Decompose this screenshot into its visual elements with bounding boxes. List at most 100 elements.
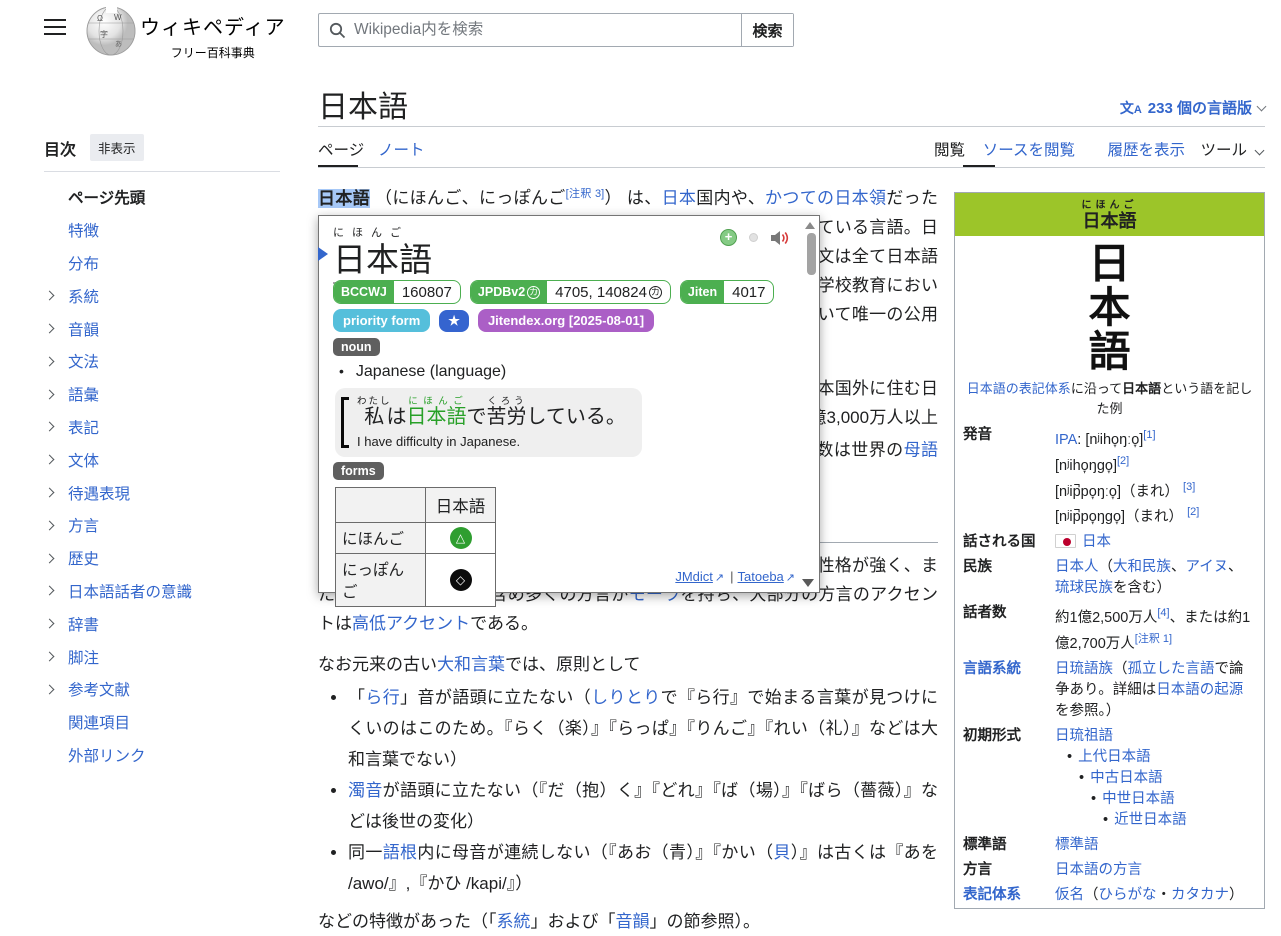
language-icon: 文A <box>1120 98 1142 118</box>
chevron-right-icon[interactable] <box>45 488 55 498</box>
chevron-right-icon[interactable] <box>45 324 55 334</box>
toc-list: ページ先頭 特徴 分布 系統 音韻 文法 語彙 表記 文体 待遇表現 方言 歴史… <box>44 181 280 771</box>
add-note-icon[interactable]: + <box>720 229 737 246</box>
hamburger-menu-icon[interactable] <box>44 19 66 37</box>
chevron-right-icon[interactable] <box>45 520 55 530</box>
chevron-down-icon <box>1257 101 1267 111</box>
chevron-right-icon[interactable] <box>45 553 55 563</box>
country-link[interactable]: 日本 <box>1082 534 1111 550</box>
freq-tag-jiten: Jiten 4017 <box>680 280 775 304</box>
infobox-title-reading: にほんご <box>955 196 1264 211</box>
chevron-right-icon[interactable] <box>45 422 55 432</box>
toc-item-grammar[interactable]: 文法 <box>44 345 280 378</box>
wordmark-title: ウィキペディア <box>140 11 286 40</box>
star-button[interactable]: ★ <box>439 310 469 332</box>
tatoeba-link[interactable]: Tatoeba <box>738 569 784 584</box>
toc-hide-button[interactable]: 非表示 <box>90 134 144 161</box>
table-row: にっぽんご ◇ <box>336 554 496 607</box>
tab-history[interactable]: 履歴を表示 <box>1107 138 1185 160</box>
freq-tag-jpdb: JPDBv2カ 4705, 140824カ <box>470 280 671 304</box>
tools-chevron-down-icon[interactable] <box>1255 146 1265 156</box>
priority-form-tag: priority form <box>333 309 430 332</box>
scroll-down-arrow-icon[interactable] <box>802 579 814 587</box>
tab-read[interactable]: 閲覧 <box>934 138 965 160</box>
chevron-right-icon[interactable] <box>45 291 55 301</box>
example-sentence-block: 私わたしは日本語にほんごで苦労くろうしている。 I have difficult… <box>335 388 642 457</box>
external-link-icon: ↗ <box>786 572 795 584</box>
paragraph: なお元来の古い大和言葉では、原則として <box>318 650 938 679</box>
tab-tools[interactable]: ツール <box>1200 138 1247 160</box>
dialects-link[interactable]: 日本語の方言 <box>1055 862 1142 878</box>
chevron-right-icon[interactable] <box>45 586 55 596</box>
search-button[interactable]: 検索 <box>741 14 793 46</box>
tab-page[interactable]: ページ <box>318 138 364 160</box>
speaker-icon[interactable] <box>770 230 789 246</box>
language-infobox: にほんご 日本語 日 本 語 日本語の表記体系に沿って日本語という語を記した例 … <box>954 192 1265 909</box>
chevron-right-icon[interactable] <box>45 684 55 694</box>
toc-divider <box>44 171 280 172</box>
wikipedia-globe-logo[interactable]: Ω W 字 あ <box>84 3 138 62</box>
scroll-up-arrow-icon[interactable] <box>805 222 815 229</box>
infobox-row-language-family: 言語系統 日琉語族（孤立した言語で論争あり。詳細は日本語の起源を参照。） <box>955 657 1264 724</box>
language-selector-button[interactable]: 文A 233 個の言語版 <box>1120 97 1265 118</box>
infobox-row-dialects: 方言 日本語の方言 <box>955 858 1264 883</box>
tab-view-source[interactable]: ソースを閲覧 <box>983 138 1075 160</box>
table-row: にほんご △ <box>336 523 496 554</box>
toc-item-footnotes[interactable]: 脚注 <box>44 640 280 673</box>
toc-item-style[interactable]: 文体 <box>44 443 280 476</box>
toc-item-classification[interactable]: 系統 <box>44 279 280 312</box>
svg-text:W: W <box>114 13 122 22</box>
toc-item-dialects[interactable]: 方言 <box>44 509 280 542</box>
headword: 日本語 <box>333 240 432 284</box>
toc-item-speaker-awareness[interactable]: 日本語話者の意識 <box>44 575 280 608</box>
example-translation: I have difficulty in Japanese. <box>357 434 626 449</box>
toc-item-distribution[interactable]: 分布 <box>44 247 280 280</box>
title-divider <box>318 126 1265 127</box>
search-input[interactable] <box>354 14 741 46</box>
toc-item-related[interactable]: 関連項目 <box>44 706 280 739</box>
table-of-contents: 目次 非表示 ページ先頭 特徴 分布 系統 音韻 文法 語彙 表記 文体 待遇表… <box>44 134 280 771</box>
search-bar[interactable]: 検索 <box>318 13 794 47</box>
toc-item-references[interactable]: 参考文献 <box>44 673 280 706</box>
popup-headword-block: にほんご 日本語 <box>333 224 432 284</box>
toc-item-history[interactable]: 歴史 <box>44 542 280 575</box>
example-sentence: 私わたしは日本語にほんごで苦労くろうしている。 <box>357 396 626 429</box>
toc-item-intro[interactable]: ページ先頭 <box>44 181 280 214</box>
tab-talk[interactable]: ノート <box>378 138 425 160</box>
proto-language-link[interactable]: 日琉祖語 <box>1055 726 1256 747</box>
toc-item-external-links[interactable]: 外部リンク <box>44 739 280 772</box>
chevron-right-icon[interactable] <box>45 389 55 399</box>
infobox-row-early-forms: 初期形式 日琉祖語 上代日本語 中古日本語 中世日本語 近世日本語 <box>955 724 1264 833</box>
circled-ka-icon: カ <box>649 286 662 299</box>
wikipedia-wordmark[interactable]: ウィキペディア フリー百科事典 <box>140 11 286 61</box>
note-status-dot-icon <box>749 233 758 242</box>
popup-action-icons: + <box>720 229 789 246</box>
infobox-row-pronunciation: 発音 IPA: [nʲiho̞ŋːo̞][1] [nʲiho̞ŋɡo̞][2] … <box>955 423 1264 530</box>
toc-item-writing[interactable]: 表記 <box>44 411 280 444</box>
jmdict-link[interactable]: JMdict <box>675 569 713 584</box>
toc-item-honorifics[interactable]: 待遇表現 <box>44 476 280 509</box>
toc-item-dictionaries[interactable]: 辞書 <box>44 607 280 640</box>
infobox-row-speakers: 話者数 約1億2,500万人[4]、または約1億2,700万人[注釈 1] <box>955 601 1264 657</box>
example-bracket <box>341 397 349 448</box>
language-count-label: 233 個の言語版 <box>1148 97 1252 118</box>
part-of-speech-tag: noun <box>333 338 380 356</box>
toc-item-features[interactable]: 特徴 <box>44 214 280 247</box>
chevron-right-icon[interactable] <box>45 652 55 662</box>
dictionary-source-tag[interactable]: Jitendex.org [2025-08-01] <box>478 309 654 332</box>
chevron-right-icon[interactable] <box>45 356 55 366</box>
japan-flag-icon <box>1055 534 1076 548</box>
paragraph: などの特徴があった（「系統」および「音韻」の節参照）。 <box>318 907 938 936</box>
infobox-title: 日本語 <box>955 211 1264 231</box>
toc-item-vocabulary[interactable]: 語彙 <box>44 378 280 411</box>
chevron-right-icon[interactable] <box>45 455 55 465</box>
toc-item-phonology[interactable]: 音韻 <box>44 312 280 345</box>
popup-scrollbar[interactable] <box>807 233 816 275</box>
search-icon <box>329 22 346 39</box>
definition-text: Japanese (language) <box>339 363 506 381</box>
infobox-header: にほんご 日本語 <box>955 193 1264 236</box>
chevron-right-icon[interactable] <box>45 619 55 629</box>
standard-language-link[interactable]: 標準語 <box>1055 837 1099 853</box>
freq-tag-bccwj: BCCWJ 160807 <box>333 280 461 304</box>
popup-footer-links: JMdict↗|Tatoeba↗ <box>675 569 797 584</box>
